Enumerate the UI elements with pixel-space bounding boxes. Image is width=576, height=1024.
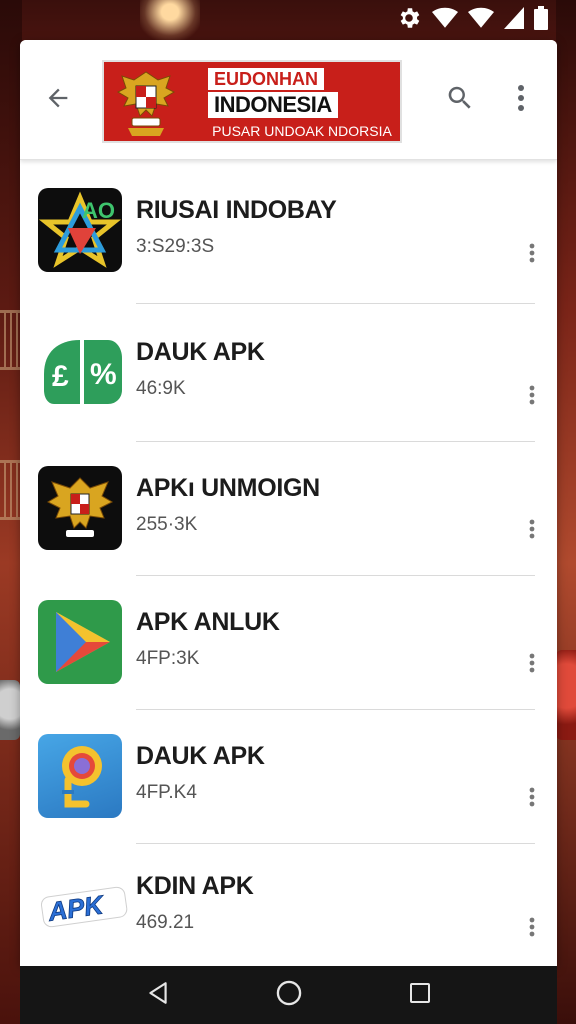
app-size: 255·3K [136,514,198,535]
background-balcony-rail [0,310,22,370]
app-title: KDIN APK [136,872,254,900]
header-banner: EUDONHAN INDONESIA PUSAR UNDOAK NDORSIA [102,60,402,143]
item-menu-button[interactable] [520,912,544,946]
green-apk-icon: £ % [38,330,122,414]
back-button[interactable] [38,80,78,120]
search-icon [445,83,475,118]
app-list: AO RIUSAI INDOBAY 3:S29:3S £ % DAUK APK … [20,162,557,966]
app-title: APK ANLUK [136,608,280,636]
background-car [556,650,576,740]
more-vert-icon [529,243,535,268]
app-size: 46:9K [136,378,186,399]
nav-recents-icon [408,981,432,1010]
background-car [0,680,20,740]
battery-icon [534,6,548,30]
item-menu-button[interactable] [520,380,544,414]
background-right-edge [556,0,576,1024]
overflow-menu-button[interactable] [504,80,538,120]
star-logo-icon: AO [38,188,122,272]
nav-home-button[interactable] [265,971,313,1019]
svg-text:£: £ [52,360,69,393]
app-size: 3:S29:3S [136,236,215,257]
svg-text:%: % [90,358,117,391]
app-list-panel: EUDONHAN INDONESIA PUSAR UNDOAK NDORSIA [20,40,557,966]
system-nav-bar [20,966,557,1024]
more-vert-icon [529,519,535,544]
item-menu-button[interactable] [520,238,544,272]
list-item[interactable]: APK ANLUK 4FP:3K [20,576,557,710]
banner-subtitle: PUSAR UNDOAK NDORSIA [212,123,392,139]
item-menu-button[interactable] [520,514,544,548]
signal-icon [504,7,524,29]
garuda-icon [38,466,122,550]
svg-text:APK: APK [45,889,107,927]
background-balcony-rail [0,460,22,520]
app-bar: EUDONHAN INDONESIA PUSAR UNDOAK NDORSIA [20,40,557,160]
more-vert-icon [517,84,525,117]
settings-icon [396,5,422,31]
app-title: RIUSAI INDOBAY [136,196,337,224]
list-item[interactable]: APKı UNMOIGN 255·3K [20,442,557,576]
list-item[interactable]: APK KDIN APK 469.21 [20,844,557,966]
svg-text:AO: AO [82,198,115,223]
nav-recents-button[interactable] [396,971,444,1019]
wifi-icon [432,7,458,29]
nav-home-icon [275,979,303,1012]
more-vert-icon [529,787,535,812]
garuda-emblem-icon [114,66,178,140]
list-item[interactable]: AO RIUSAI INDOBAY 3:S29:3S [20,162,557,304]
more-vert-icon [529,917,535,942]
app-size: 4FP:3K [136,648,200,669]
app-title: DAUK APK [136,742,265,770]
more-vert-icon [529,385,535,410]
blue-pin-icon [38,734,122,818]
app-title: APKı UNMOIGN [136,474,320,502]
arrow-back-icon [44,84,72,117]
status-bar [0,0,576,36]
item-menu-button[interactable] [520,648,544,682]
wifi-icon [468,7,494,29]
play-triangle-icon [38,600,122,684]
list-item[interactable]: £ % DAUK APK 46:9K [20,302,557,442]
search-button[interactable] [440,80,480,120]
banner-title-line1: EUDONHAN [208,68,325,90]
app-size: 469.21 [136,912,195,933]
banner-title-line2: INDONESIA [208,92,338,118]
app-size: 4FP.K4 [136,782,197,803]
more-vert-icon [529,653,535,678]
list-item[interactable]: DAUK APK 4FP.K4 [20,710,557,844]
apk-wordmark-icon: APK [38,864,130,948]
nav-back-icon [145,980,171,1011]
app-title: DAUK APK [136,338,265,366]
item-menu-button[interactable] [520,782,544,816]
nav-back-button[interactable] [134,971,182,1019]
